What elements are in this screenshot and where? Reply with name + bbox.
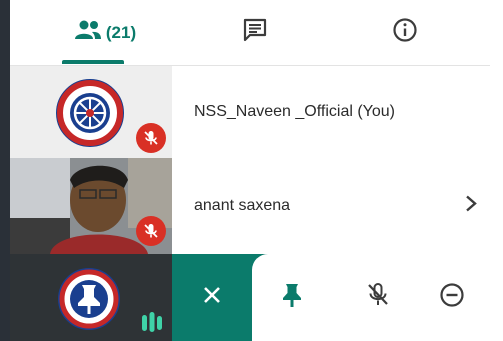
remove-participant-button[interactable] bbox=[422, 254, 482, 341]
close-icon bbox=[202, 285, 222, 310]
participants-panel: (21) NSS_Naveen _Official (You) anant sa… bbox=[10, 0, 503, 341]
mic-off-icon bbox=[366, 282, 390, 313]
audio-level-icon bbox=[140, 310, 164, 339]
tab-bar: (21) bbox=[10, 0, 490, 66]
active-tab-indicator bbox=[62, 60, 124, 64]
left-edge-strip bbox=[0, 0, 10, 341]
participant-name: NSS_Naveen _Official (You) bbox=[194, 103, 395, 120]
tab-people[interactable]: (21) bbox=[40, 0, 170, 65]
participant-tile-anant[interactable] bbox=[10, 158, 172, 254]
participant-row-self[interactable]: NSS_Naveen _Official (You) bbox=[172, 66, 490, 158]
pin-button[interactable] bbox=[262, 254, 322, 341]
action-buttons bbox=[252, 254, 503, 341]
participant-tile-self[interactable] bbox=[10, 66, 172, 158]
pin-icon bbox=[74, 283, 104, 320]
close-button[interactable] bbox=[172, 254, 252, 341]
nss-logo bbox=[56, 79, 124, 152]
remove-icon bbox=[439, 282, 465, 313]
participant-count: (21) bbox=[105, 22, 137, 42]
tab-info[interactable] bbox=[350, 0, 460, 65]
participant-row-anant[interactable]: anant saxena bbox=[172, 158, 490, 254]
people-icon bbox=[74, 19, 102, 46]
info-icon bbox=[392, 17, 418, 48]
participant-tile-pinned[interactable] bbox=[10, 254, 172, 341]
muted-badge bbox=[136, 123, 166, 153]
chevron-right-icon bbox=[464, 195, 478, 218]
tab-chat[interactable] bbox=[200, 0, 310, 65]
participant-action-bar bbox=[172, 254, 503, 341]
participant-name: anant saxena bbox=[194, 197, 291, 214]
chat-icon bbox=[242, 17, 268, 48]
pin-icon bbox=[282, 282, 302, 313]
muted-badge bbox=[136, 216, 166, 246]
mute-button[interactable] bbox=[348, 254, 408, 341]
